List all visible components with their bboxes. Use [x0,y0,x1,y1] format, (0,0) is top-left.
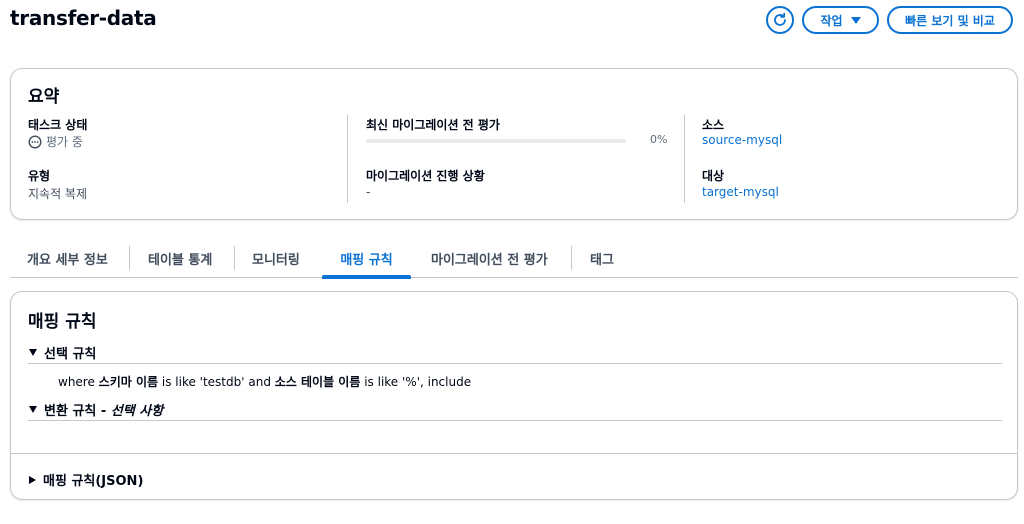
rule-schema-label: 스키마 이름 [98,375,159,389]
tab-label: 개요 세부 정보 [27,252,108,268]
caret-down-icon [850,16,861,24]
optional-text: 선택 사항 [110,404,164,419]
premigration-assessment-label: 최신 마이그레이션 전 평가 [366,118,500,132]
quick-view-compare-button[interactable]: 빠른 보기 및 비교 [887,6,1013,34]
tab-label: 테이블 통계 [148,252,213,268]
tab-label: 태그 [590,252,614,268]
tab-separator [234,246,235,270]
transformation-rules-label: 변환 규칙 - 선택 사항 [44,400,163,419]
refresh-button[interactable] [766,6,794,34]
type-value: 지속적 복제 [28,187,88,201]
tab-monitoring[interactable]: 모니터링 [252,238,300,278]
rule-text-part: is like 'testdb' and [158,375,275,389]
column-divider [684,115,685,203]
target-label: 대상 [702,169,725,183]
section-divider [11,453,1017,454]
tab-label: 마이그레이션 전 평가 [431,252,548,268]
type-label: 유형 [28,169,51,183]
tab-mapping-rules[interactable]: 매핑 규칙 [322,238,411,279]
premigration-progress-percent: 0% [650,133,668,146]
action-dropdown-button[interactable]: 작업 [802,6,879,34]
tab-label: 매핑 규칙 [340,252,393,268]
task-status-text: 평가 중 [46,135,83,149]
mapping-rules-json-label: 매핑 규칙(JSON) [43,474,144,489]
transformation-rules-expander[interactable]: 변환 규칙 - 선택 사항 [29,400,163,419]
migration-progress-value: - [366,185,371,199]
selection-rule-text: where 스키마 이름 is like 'testdb' and 소스 테이블… [58,373,471,390]
active-tab-indicator [322,275,411,279]
transformation-rules-text: 변환 규칙 - [44,404,111,419]
divider [28,420,1002,421]
tab-table-statistics[interactable]: 테이블 통계 [148,238,212,278]
rule-text-part: is like '%', include [360,375,472,389]
target-link[interactable]: target-mysql [702,185,779,199]
divider [28,363,1002,364]
compare-button-label: 빠른 보기 및 비교 [905,13,995,28]
tab-tags[interactable]: 태그 [590,238,614,278]
refresh-icon [774,12,786,26]
summary-panel: 요약 태스크 상태 평가 중 유형 지속적 복제 최신 마이그레이션 전 평가 … [10,68,1018,220]
migration-progress-label: 마이그레이션 진행 상황 [366,169,485,183]
page-title: transfer-data [10,6,157,30]
mapping-rules-title: 매핑 규칙 [28,312,97,332]
expanded-caret-icon [29,349,37,356]
mapping-rules-json-expander[interactable]: 매핑 규칙(JSON) [29,470,143,489]
mapping-rules-panel: 매핑 규칙 선택 규칙 where 스키마 이름 is like 'testdb… [10,291,1018,500]
tab-overview-details[interactable]: 개요 세부 정보 [27,238,108,278]
collapsed-caret-icon [29,475,36,484]
action-button-label: 작업 [820,13,843,28]
tab-separator [571,246,572,270]
task-status-label: 태스크 상태 [28,118,88,132]
tab-bar: 개요 세부 정보 테이블 통계 모니터링 매핑 규칙 마이그레이션 전 평가 태… [10,238,1018,279]
summary-title: 요약 [28,87,60,107]
source-label: 소스 [702,118,725,132]
expanded-caret-icon [29,406,37,413]
rule-table-label: 소스 테이블 이름 [274,375,361,389]
status-in-progress-icon [28,134,42,149]
tab-separator [129,246,130,270]
task-status-value: 평가 중 [28,133,83,150]
tab-premigration-assessment[interactable]: 마이그레이션 전 평가 [431,238,548,278]
selection-rules-expander[interactable]: 선택 규칙 [29,343,96,362]
column-divider [347,115,348,203]
rule-text-part: where [58,375,99,389]
source-link[interactable]: source-mysql [702,133,782,147]
selection-rules-label: 선택 규칙 [44,347,97,362]
tab-label: 모니터링 [252,252,300,268]
premigration-progress-bar [366,139,626,143]
